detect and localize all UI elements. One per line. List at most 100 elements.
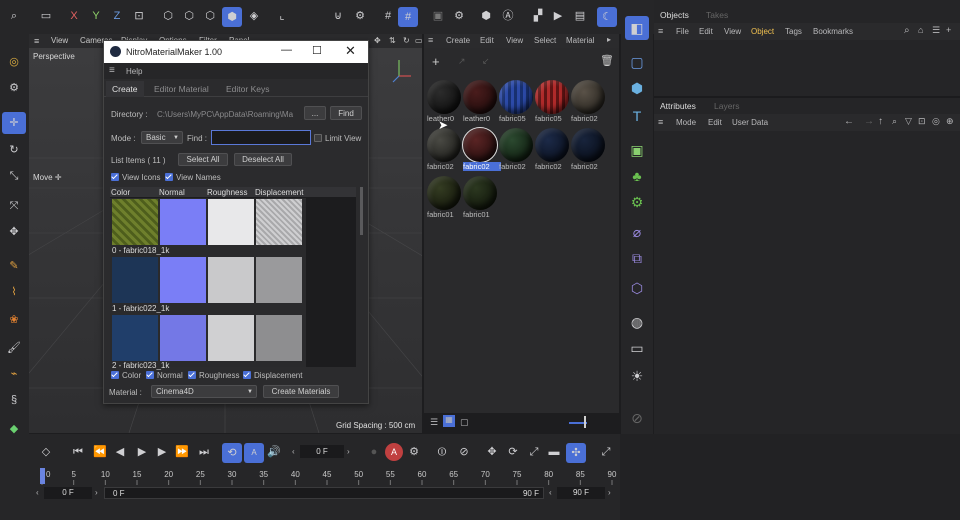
cloner-icon[interactable]: ♣	[625, 164, 649, 188]
ffd-deformer-icon[interactable]: ⧉	[625, 246, 649, 270]
point-mode-icon[interactable]: ⬡	[181, 8, 197, 24]
objects-menu-edit[interactable]: Edit	[699, 27, 713, 36]
viewport-layout-icon[interactable]: ▭	[415, 36, 423, 45]
frame-ruler[interactable]: 0 5 10 15 20 25 30 35 40 45 50 55 60 65 70 75 80 85 90	[0, 464, 620, 486]
minimize-icon[interactable]: —	[281, 44, 292, 56]
find-button[interactable]: Find	[330, 106, 362, 120]
sculpt-icon[interactable]: ❀	[4, 310, 24, 330]
material-swatch[interactable]	[427, 176, 461, 210]
polygon-mode-icon[interactable]: ⬢	[222, 7, 242, 27]
record-icon[interactable]: ▣	[430, 8, 446, 24]
bottom-color-checkbox[interactable]: Color	[111, 371, 141, 380]
viewport-menu-view[interactable]: View	[51, 36, 68, 45]
clapper-icon[interactable]: ▞	[530, 8, 546, 24]
objects-menu-view[interactable]: View	[724, 27, 741, 36]
material-swatch[interactable]	[463, 176, 497, 210]
material-swatch[interactable]	[535, 80, 569, 114]
timeline-view-icon[interactable]: ⤢	[598, 444, 614, 460]
grid-icon[interactable]: #	[380, 8, 396, 24]
coordinate-icon[interactable]: ⊡	[131, 8, 147, 24]
undo-icon[interactable]: ▭	[38, 8, 54, 24]
render-view-icon[interactable]: ⬢	[478, 8, 494, 24]
list-item[interactable]: 2 - fabric023_1k	[110, 314, 306, 370]
edge-mode-icon[interactable]: ⬡	[202, 8, 218, 24]
light-icon[interactable]: ☀	[625, 364, 649, 388]
browse-button[interactable]: ...	[304, 106, 326, 120]
large-view-icon[interactable]: ▢	[460, 417, 469, 428]
keyframe-icon[interactable]: ◇	[38, 444, 54, 460]
move-tool-icon[interactable]: ✛	[2, 112, 26, 134]
add-material-icon[interactable]: +	[432, 54, 440, 69]
material-menu-create[interactable]: Create	[446, 36, 470, 45]
next-key-icon[interactable]: ⏩	[174, 444, 190, 460]
subdivision-icon[interactable]: ▣	[625, 138, 649, 162]
create-materials-button[interactable]: Create Materials	[263, 385, 339, 398]
attributes-menu-mode[interactable]: Mode	[676, 118, 696, 127]
list-view-icon[interactable]: ☰	[430, 417, 438, 428]
material-swatch[interactable]	[571, 128, 605, 162]
workplane-icon[interactable]: ⌞	[274, 8, 290, 24]
up-arrow-icon[interactable]: ↑	[878, 116, 883, 127]
deselect-all-button[interactable]: Deselect All	[234, 153, 292, 166]
search-icon[interactable]: ⌕	[904, 25, 910, 36]
autokey-icon[interactable]: A	[385, 443, 403, 461]
list-item[interactable]: 0 - fabric018_1k	[110, 198, 306, 256]
rotation-key-icon[interactable]: ⟳	[505, 444, 521, 460]
loop-icon[interactable]: ⟲	[222, 443, 242, 463]
search-icon[interactable]: ⌕	[892, 116, 897, 127]
magnet-icon[interactable]: §	[4, 390, 24, 410]
z-axis-icon[interactable]: Z	[110, 8, 124, 24]
bottom-roughness-checkbox[interactable]: Roughness	[188, 371, 239, 380]
menu-handle-icon[interactable]: ≡	[109, 65, 115, 76]
current-frame-field[interactable]: 0 F	[300, 445, 344, 458]
cube-primitive-icon[interactable]: ◧	[625, 16, 649, 40]
close-icon[interactable]: ✕	[345, 43, 356, 59]
prev-key-icon[interactable]: ⏪	[92, 444, 108, 460]
material-swatch[interactable]	[535, 128, 569, 162]
material-menu-select[interactable]: Select	[534, 36, 556, 45]
mode-select[interactable]: Basic ▼	[141, 131, 183, 144]
home-icon[interactable]: ⌂	[918, 25, 923, 35]
go-start-icon[interactable]: ⏮	[70, 444, 86, 460]
frame-prev-arrow-icon[interactable]: ‹	[292, 447, 295, 456]
start-right-arrow-icon[interactable]: ›	[95, 488, 98, 497]
x-axis-icon[interactable]: X	[67, 8, 81, 24]
limit-view-checkbox[interactable]: Limit View	[314, 134, 361, 143]
key-type-icon[interactable]: ⏼	[434, 444, 450, 460]
frame-rate-icon[interactable]: A	[244, 443, 264, 463]
material-menu-view[interactable]: View	[506, 36, 523, 45]
uv-mode-icon[interactable]: ◈	[246, 8, 262, 24]
end-left-arrow-icon[interactable]: ‹	[549, 488, 552, 497]
material-swatch[interactable]	[462, 127, 498, 163]
scale-tool-icon[interactable]: ⤡	[4, 166, 24, 186]
point-level-icon[interactable]: ✣	[566, 443, 586, 463]
param-key-icon[interactable]: ▬	[546, 444, 562, 460]
material-swatch[interactable]	[463, 80, 497, 114]
tab-layers[interactable]: Layers	[714, 101, 740, 111]
rotate-tool-icon[interactable]: ↻	[4, 140, 24, 160]
material-select[interactable]: Cinema4D ▼	[151, 385, 257, 398]
snap-tool-icon[interactable]: ✥	[4, 222, 24, 242]
material-menu-handle-icon[interactable]: ≡	[428, 35, 433, 45]
grid-view-icon[interactable]: ▦	[443, 415, 455, 427]
attributes-menu-handle-icon[interactable]: ≡	[658, 117, 663, 127]
material-swatch[interactable]	[499, 80, 533, 114]
material-swatch[interactable]	[571, 80, 605, 114]
brush-icon[interactable]: 🖌	[4, 338, 24, 358]
record-dot-icon[interactable]: ●	[366, 444, 382, 460]
attributes-menu-edit[interactable]: Edit	[708, 118, 722, 127]
prev-frame-icon[interactable]: ◀	[112, 444, 128, 460]
viewport-zoom-icon[interactable]: ⇅	[389, 36, 396, 45]
chevron-right-icon[interactable]: ▸	[607, 35, 611, 44]
render-settings-icon[interactable]: ⚙	[451, 8, 467, 24]
camera-icon[interactable]: ▭	[625, 336, 649, 360]
back-arrow-icon[interactable]: ←	[844, 116, 854, 127]
material-swatch[interactable]	[427, 80, 461, 114]
objects-menu-file[interactable]: File	[676, 27, 689, 36]
sound-icon[interactable]: 🔊	[266, 444, 282, 460]
material-swatch[interactable]	[427, 128, 461, 162]
end-right-arrow-icon[interactable]: ›	[608, 488, 611, 497]
text-icon[interactable]: T	[625, 104, 649, 128]
bottom-normal-checkbox[interactable]: Normal	[146, 371, 183, 380]
playhead[interactable]	[40, 468, 45, 484]
